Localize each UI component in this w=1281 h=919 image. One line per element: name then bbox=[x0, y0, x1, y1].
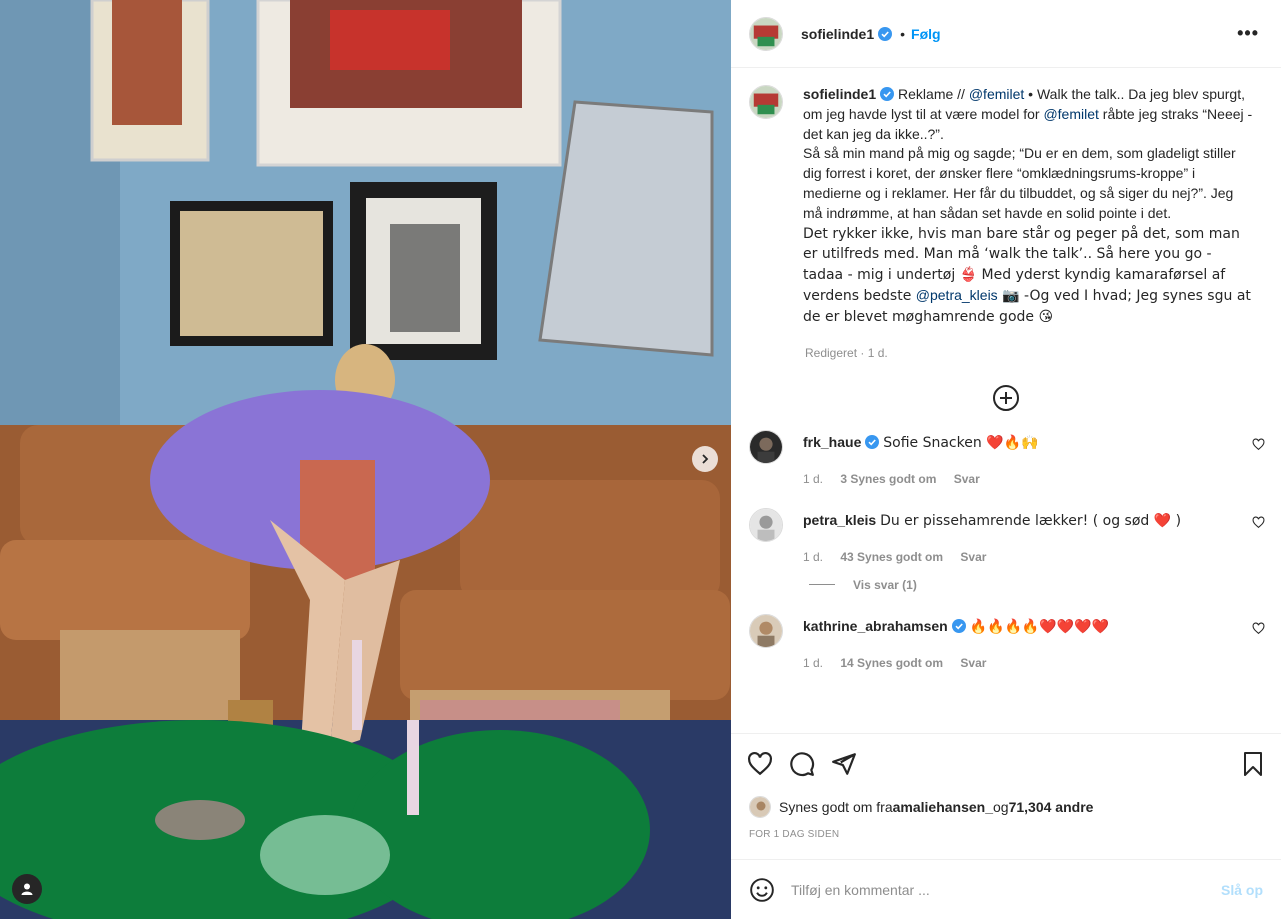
likes-prefix: Synes godt om fra bbox=[779, 799, 893, 815]
heart-icon bbox=[748, 751, 772, 775]
liker-avatar[interactable] bbox=[749, 796, 771, 818]
verified-badge-icon bbox=[880, 87, 895, 101]
comment-likes-count[interactable]: 14 Synes godt om bbox=[840, 656, 943, 670]
comment-heart-icon[interactable] bbox=[1252, 622, 1265, 635]
reply-button[interactable]: Svar bbox=[960, 550, 986, 564]
photo-scene bbox=[0, 0, 731, 919]
commenter-avatar[interactable] bbox=[749, 429, 783, 464]
more-options-icon[interactable]: ••• bbox=[1233, 19, 1263, 48]
author-username[interactable]: sofielinde1 bbox=[801, 26, 874, 42]
comment-meta: 1 d. 3 Synes godt om Svar bbox=[803, 472, 1038, 486]
commenter-username[interactable]: frk_haue bbox=[803, 434, 861, 450]
comment-meta: 1 d. 14 Synes godt om Svar bbox=[803, 656, 1109, 670]
comment-time[interactable]: 1 d. bbox=[803, 472, 823, 486]
caption-author-username[interactable]: sofielinde1 bbox=[803, 86, 876, 102]
load-more-comments[interactable] bbox=[731, 384, 1281, 414]
emoji-picker-button[interactable] bbox=[749, 877, 775, 903]
replies-divider bbox=[809, 584, 835, 586]
comment-text: Sofie Snacken ❤️🔥🙌 bbox=[883, 434, 1039, 451]
post-caption: sofielinde1 Reklame // @femilet • Walk t… bbox=[731, 69, 1281, 328]
save-button[interactable] bbox=[1241, 751, 1265, 777]
author-avatar[interactable] bbox=[749, 16, 783, 51]
post-header: sofielinde1 • Følg ••• bbox=[731, 0, 1281, 68]
comment-likes-count[interactable]: 3 Synes godt om bbox=[840, 472, 936, 486]
follow-button[interactable]: Følg bbox=[911, 26, 941, 42]
comments-scroll-area[interactable]: sofielinde1 Reklame // @femilet • Walk t… bbox=[731, 69, 1281, 733]
comment: kathrine_abrahamsen 🔥🔥🔥🔥❤️❤️❤️❤️ 1 d. 14… bbox=[731, 613, 1281, 670]
user-tag-icon bbox=[21, 883, 33, 895]
caption-edited-time: Redigeret · 1 d. bbox=[805, 345, 888, 360]
share-icon bbox=[832, 752, 856, 775]
post-actions bbox=[731, 733, 1281, 793]
caption-part: Reklame // bbox=[894, 86, 969, 102]
post-sidebar: sofielinde1 • Følg ••• sofielinde1 Rekla… bbox=[731, 0, 1281, 919]
verified-badge-icon bbox=[878, 26, 893, 41]
post-comment-button[interactable]: Slå op bbox=[1221, 882, 1263, 898]
post-timestamp[interactable]: FOR 1 DAG SIDEN bbox=[749, 829, 839, 840]
emoji-icon bbox=[750, 877, 774, 902]
verified-badge-icon bbox=[951, 618, 966, 633]
verified-badge-icon bbox=[865, 434, 880, 449]
comment-input[interactable] bbox=[791, 881, 1221, 898]
bookmark-icon bbox=[1244, 751, 1262, 776]
reply-button[interactable]: Svar bbox=[960, 656, 986, 670]
comment-icon bbox=[790, 751, 815, 776]
chevron-right-icon bbox=[702, 454, 709, 464]
comment-text: 🔥🔥🔥🔥❤️❤️❤️❤️ bbox=[969, 618, 1110, 635]
comment-time[interactable]: 1 d. bbox=[803, 656, 823, 670]
commenter-avatar[interactable] bbox=[749, 507, 783, 542]
likes-conj: og bbox=[993, 799, 1009, 815]
mention-link[interactable]: @petra_kleis bbox=[916, 287, 998, 303]
caption-text: sofielinde1 Reklame // @femilet • Walk t… bbox=[803, 85, 1253, 328]
mention-link[interactable]: @femilet bbox=[969, 86, 1024, 102]
comment-button[interactable] bbox=[789, 751, 815, 777]
likes-count[interactable]: 71,304 andre bbox=[1009, 799, 1094, 815]
caption-author-avatar[interactable] bbox=[749, 85, 783, 119]
caption-paragraph: Så så min mand på mig og sagde; “Du er e… bbox=[803, 145, 1236, 221]
user-tags-button[interactable] bbox=[12, 874, 42, 904]
comment: petra_kleis Du er pissehamrende lækker! … bbox=[731, 507, 1281, 564]
separator-dot: • bbox=[900, 25, 906, 42]
view-replies-button[interactable]: Vis svar (1) bbox=[809, 578, 1281, 592]
add-circle-icon[interactable] bbox=[992, 384, 1020, 412]
comment-text: Du er pissehamrende lækker! ( og sød ❤️ … bbox=[880, 512, 1182, 529]
reply-button[interactable]: Svar bbox=[954, 472, 980, 486]
comment-heart-icon[interactable] bbox=[1252, 438, 1265, 451]
share-button[interactable] bbox=[831, 751, 857, 777]
comment-heart-icon[interactable] bbox=[1252, 516, 1265, 529]
like-button[interactable] bbox=[747, 751, 773, 777]
liker-username[interactable]: amaliehansen_ bbox=[893, 799, 993, 815]
next-image-button[interactable] bbox=[692, 446, 718, 472]
mention-link[interactable]: @femilet bbox=[1043, 106, 1098, 122]
view-replies-label: Vis svar (1) bbox=[853, 577, 917, 592]
comment: frk_haue Sofie Snacken ❤️🔥🙌 1 d. 3 Synes… bbox=[731, 429, 1281, 486]
comment-likes-count[interactable]: 43 Synes godt om bbox=[840, 550, 943, 564]
commenter-username[interactable]: petra_kleis bbox=[803, 512, 876, 528]
comment-time[interactable]: 1 d. bbox=[803, 550, 823, 564]
commenter-username[interactable]: kathrine_abrahamsen bbox=[803, 618, 948, 634]
add-comment-bar: Slå op bbox=[731, 859, 1281, 919]
post-photo[interactable] bbox=[0, 0, 731, 919]
comment-meta: 1 d. 43 Synes godt om Svar bbox=[803, 550, 1181, 564]
commenter-avatar[interactable] bbox=[749, 613, 783, 648]
likes-summary: Synes godt om fra amaliehansen_ og 71,30… bbox=[749, 796, 1093, 818]
